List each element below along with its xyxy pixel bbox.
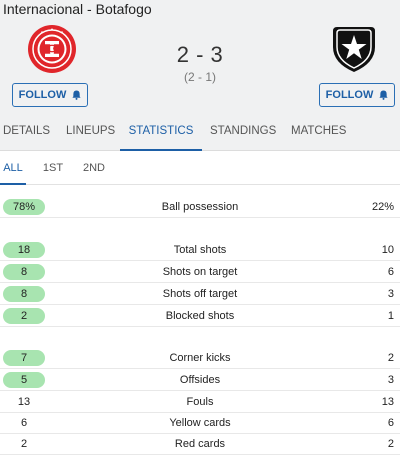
- stat-row: 13 Fouls 13: [0, 392, 400, 413]
- tab-details[interactable]: DETAILS: [3, 118, 50, 151]
- stat-away-value: 3: [387, 288, 394, 300]
- stat-away-value: 6: [387, 417, 394, 429]
- period-tab-2nd[interactable]: 2ND: [80, 151, 108, 185]
- stat-home-value: 18: [3, 242, 45, 258]
- stat-home-value: 8: [3, 264, 45, 280]
- stat-home-value: 78%: [3, 199, 45, 215]
- bell-icon: [72, 90, 81, 100]
- stat-label: Red cards: [174, 438, 226, 450]
- stat-row: 2 Blocked shots 1: [0, 306, 400, 327]
- stat-row: 5 Offsides 3: [0, 370, 400, 391]
- stat-home-value: 8: [3, 286, 45, 302]
- tab-matches[interactable]: MATCHES: [291, 118, 346, 151]
- tab-lineups[interactable]: LINEUPS: [66, 118, 115, 151]
- stat-label: Shots off target: [162, 288, 238, 300]
- match-score: 2 - 3: [176, 42, 224, 67]
- tab-statistics[interactable]: STATISTICS: [120, 118, 202, 151]
- stat-home-value: 7: [3, 350, 45, 366]
- stat-away-value: 2: [387, 352, 394, 364]
- stat-label: Fouls: [186, 396, 214, 408]
- bell-icon: [379, 90, 388, 100]
- follow-away-label: FOLLOW: [325, 89, 374, 101]
- period-tab-1st[interactable]: 1ST: [40, 151, 66, 185]
- stat-row: 8 Shots on target 6: [0, 262, 400, 283]
- stat-row: 6 Yellow cards 6: [0, 413, 400, 434]
- stat-home-value: 13: [17, 396, 31, 408]
- stat-row: 78% Ball possession 22%: [0, 197, 400, 218]
- period-tab-all[interactable]: ALL: [0, 151, 26, 185]
- stat-home-value: 2: [3, 308, 45, 324]
- internacional-crest-icon: [28, 25, 76, 73]
- half-time-score: (2 - 1): [183, 70, 216, 84]
- stat-away-value: 6: [387, 266, 394, 278]
- stat-away-value: 1: [387, 310, 394, 322]
- stat-label: Offsides: [179, 374, 221, 386]
- follow-home-button[interactable]: FOLLOW: [12, 83, 88, 107]
- stat-away-value: 3: [387, 374, 394, 386]
- stat-label: Blocked shots: [165, 310, 235, 322]
- stat-away-value: 13: [381, 396, 394, 408]
- stat-away-value: 22%: [371, 201, 394, 213]
- match-title: Internacional - Botafogo: [3, 1, 152, 17]
- tab-standings[interactable]: STANDINGS: [210, 118, 276, 151]
- stat-away-value: 10: [381, 244, 394, 256]
- stat-label: Corner kicks: [169, 352, 231, 364]
- stat-home-value: 2: [20, 438, 28, 450]
- stat-label: Yellow cards: [169, 417, 231, 429]
- stat-row: 8 Shots off target 3: [0, 284, 400, 305]
- botafogo-crest-icon: [333, 27, 375, 72]
- period-tabs: ALL 1ST 2ND: [0, 151, 400, 185]
- follow-away-button[interactable]: FOLLOW: [319, 83, 395, 107]
- stat-row: 7 Corner kicks 2: [0, 348, 400, 369]
- stat-label: Shots on target: [162, 266, 238, 278]
- match-header: Internacional - Botafogo 2 - 3 (2 - 1) F…: [0, 0, 400, 118]
- stat-away-value: 2: [387, 438, 394, 450]
- main-tabs: DETAILS LINEUPS STATISTICS STANDINGS MAT…: [0, 118, 400, 151]
- stat-home-value: 6: [20, 417, 28, 429]
- stat-label: Total shots: [173, 244, 227, 256]
- follow-home-label: FOLLOW: [18, 89, 67, 101]
- stat-home-value: 5: [3, 372, 45, 388]
- stat-row: 18 Total shots 10: [0, 240, 400, 261]
- stat-row: 2 Red cards 2: [0, 434, 400, 455]
- stat-label: Ball possession: [161, 201, 239, 213]
